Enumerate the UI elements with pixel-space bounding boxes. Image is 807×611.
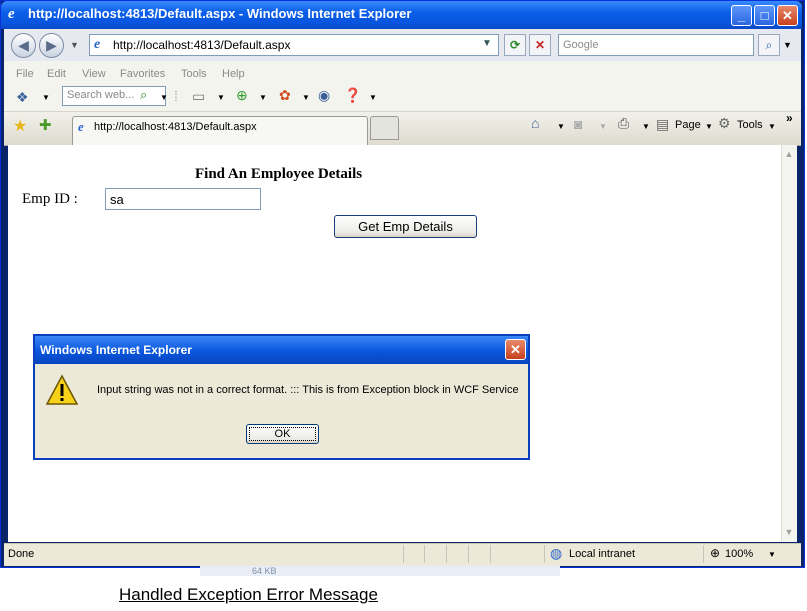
- add-icon[interactable]: ⊕: [236, 87, 248, 104]
- print-icon[interactable]: ⎙: [618, 115, 629, 132]
- menu-file[interactable]: File: [16, 68, 34, 80]
- tab-title: http://localhost:4813/Default.aspx: [94, 121, 257, 133]
- page-dropdown-icon[interactable]: ▼: [705, 122, 713, 131]
- add-favorite-icon[interactable]: ✚: [39, 116, 52, 134]
- tools-dropdown-icon[interactable]: ▼: [768, 122, 776, 131]
- print-dropdown-icon[interactable]: ▼: [642, 122, 650, 131]
- ok-button[interactable]: OK: [246, 424, 319, 444]
- tab-page-icon: e: [78, 119, 84, 134]
- help-dropdown-icon[interactable]: ▼: [369, 93, 377, 102]
- search-input[interactable]: Google: [563, 39, 598, 51]
- minimize-button[interactable]: _: [731, 5, 752, 26]
- feeds-dropdown-icon[interactable]: ▼: [599, 122, 607, 131]
- back-button[interactable]: ◀: [11, 33, 36, 58]
- background-file-size: 64 KB: [252, 566, 277, 576]
- add-dropdown-icon[interactable]: ▼: [259, 93, 267, 102]
- toolbar-search-dropdown-icon[interactable]: ▼: [160, 93, 168, 102]
- security-zone: Local intranet: [569, 548, 636, 560]
- refresh-button[interactable]: ⟳: [504, 34, 526, 56]
- page-title: Find An Employee Details: [195, 166, 363, 182]
- status-divider: [703, 545, 704, 563]
- page-icon: e: [94, 37, 101, 52]
- calendar-dropdown-icon[interactable]: ▼: [217, 93, 225, 102]
- butterfly-dropdown-icon[interactable]: ▼: [302, 93, 310, 102]
- vertical-scrollbar[interactable]: [781, 145, 797, 542]
- figure-caption: Handled Exception Error Message: [119, 585, 378, 604]
- windows-dropdown-icon[interactable]: ▼: [42, 93, 50, 102]
- feeds-icon[interactable]: ◙: [574, 116, 582, 132]
- status-divider: [468, 545, 469, 563]
- zoom-dropdown-icon[interactable]: ▼: [768, 550, 776, 559]
- page-menu-icon[interactable]: ▤: [656, 116, 669, 133]
- help-icon[interactable]: ❓: [344, 87, 361, 104]
- new-tab-button[interactable]: [370, 116, 399, 140]
- menu-help[interactable]: Help: [222, 68, 245, 80]
- status-divider: [544, 545, 545, 563]
- home-icon[interactable]: ⌂: [531, 115, 539, 131]
- warning-icon: [46, 374, 78, 405]
- ie-logo-icon: e: [8, 6, 15, 22]
- toolbar-search-input[interactable]: Search web...: [67, 89, 134, 101]
- history-dropdown-icon[interactable]: ▼: [70, 40, 79, 50]
- address-dropdown-icon[interactable]: ▼: [482, 38, 492, 49]
- search-button[interactable]: ⌕: [758, 34, 780, 56]
- calendar-icon[interactable]: ▭: [192, 88, 205, 105]
- status-divider: [403, 545, 404, 563]
- menu-tools[interactable]: Tools: [181, 68, 207, 80]
- zoom-level[interactable]: 100%: [725, 548, 753, 560]
- page-menu[interactable]: Page: [675, 119, 701, 131]
- menu-edit[interactable]: Edit: [47, 68, 66, 80]
- dialog-title: Windows Internet Explorer: [40, 343, 192, 357]
- status-divider: [446, 545, 447, 563]
- menu-view[interactable]: View: [82, 68, 106, 80]
- forward-button[interactable]: ▶: [39, 33, 64, 58]
- toolbar-search-icon[interactable]: ⌕: [140, 87, 158, 105]
- chevron-more-icon[interactable]: »: [786, 111, 793, 125]
- scroll-up-icon[interactable]: ▲: [783, 149, 795, 161]
- emp-id-input[interactable]: [105, 188, 261, 210]
- dialog-close-button[interactable]: ✕: [505, 339, 526, 360]
- menu-favorites[interactable]: Favorites: [120, 68, 165, 80]
- tools-menu[interactable]: Tools: [737, 119, 763, 131]
- stop-button[interactable]: ✕: [529, 34, 551, 56]
- intranet-globe-icon: ◍: [550, 545, 563, 561]
- status-divider: [424, 545, 425, 563]
- messenger-icon[interactable]: ◉: [318, 87, 330, 104]
- search-options-icon[interactable]: ▼: [783, 40, 792, 50]
- window-title: http://localhost:4813/Default.aspx - Win…: [28, 6, 412, 21]
- dialog-message: Input string was not in a correct format…: [97, 384, 519, 396]
- gear-icon[interactable]: ⚙: [718, 115, 731, 132]
- get-emp-details-button[interactable]: Get Emp Details: [334, 215, 477, 238]
- status-text: Done: [8, 548, 35, 560]
- address-input[interactable]: http://localhost:4813/Default.aspx: [113, 38, 290, 52]
- status-divider: [490, 545, 491, 563]
- zoom-icon[interactable]: ⊕: [710, 546, 720, 560]
- butterfly-icon[interactable]: ✿: [279, 87, 291, 104]
- home-dropdown-icon[interactable]: ▼: [557, 122, 565, 131]
- close-window-button[interactable]: ✕: [777, 5, 798, 26]
- toolbar-divider-icon: ⁞: [174, 88, 178, 104]
- maximize-button[interactable]: □: [754, 5, 775, 26]
- favorites-star-icon[interactable]: ★: [13, 116, 27, 136]
- emp-id-label: Emp ID :: [22, 191, 78, 207]
- scroll-down-icon[interactable]: ▼: [783, 527, 795, 539]
- windows-logo-icon[interactable]: ❖: [16, 89, 29, 106]
